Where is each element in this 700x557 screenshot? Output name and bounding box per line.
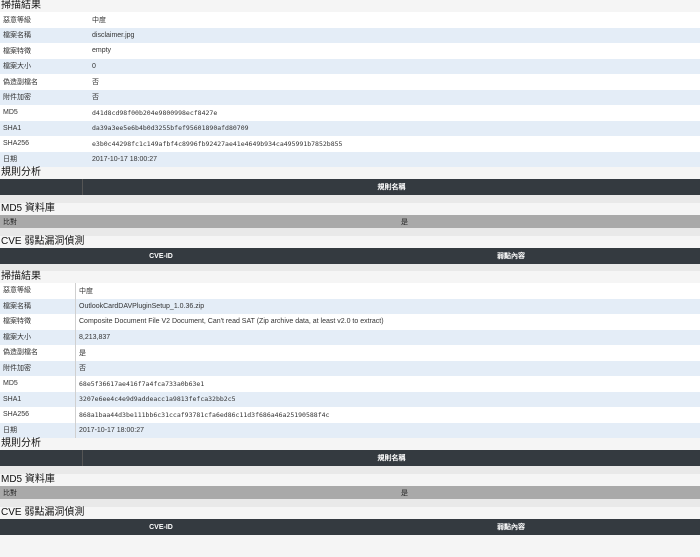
table-row: SHA256 868a1baa44d3be111bb6c31ccaf93781c…	[0, 407, 700, 423]
md5-value: 68e5f36617ae416f7a4fca733a0b63e1	[79, 379, 205, 388]
rule-analysis-title: 規則分析	[0, 167, 700, 179]
row-value: 否	[92, 78, 99, 86]
row-value: 否	[92, 94, 99, 102]
rule-header-spacer	[0, 450, 83, 466]
md5-table-header: 比對 是	[0, 486, 700, 499]
rule-name-header: 規則名稱	[377, 184, 406, 191]
cve-content-header: 弱點內容	[497, 253, 525, 260]
cve-id-header: CVE-ID	[149, 523, 173, 531]
rule-name-header: 規則名稱	[377, 455, 406, 462]
table-row: 惡意等級 中度	[0, 12, 700, 28]
row-label: 偽造副檔名	[0, 345, 76, 361]
table-row: MD5 d41d8cd98f00b204e9800998ecf8427e	[0, 105, 700, 121]
row-label: SHA1	[0, 391, 76, 407]
row-value: 中度	[92, 16, 106, 24]
row-label: 檔案名稱	[3, 32, 31, 40]
row-value: 0	[92, 62, 96, 70]
row-label: SHA1	[3, 124, 22, 132]
row-label: 日期	[0, 422, 76, 438]
date-value: 2017-10-17 18:00:27	[92, 155, 157, 163]
md5-compare-label: 比對	[3, 218, 17, 226]
row-label: SHA256	[0, 407, 76, 423]
md5-compare-label: 比對	[3, 489, 17, 497]
rule-table-header: 規則名稱	[0, 450, 700, 466]
cve-detection-title: CVE 弱點漏洞偵測	[0, 236, 700, 248]
row-label: 檔案名稱	[0, 298, 76, 314]
cve-detection-title: CVE 弱點漏洞偵測	[0, 507, 700, 519]
row-label: 惡意等級	[0, 283, 76, 299]
rule-table-header: 規則名稱	[0, 179, 700, 195]
md5-value: d41d8cd98f00b204e9800998ecf8427e	[92, 108, 218, 117]
table-row: SHA1 3207e6ee4c4e9d9addeacc1a9813fefca32…	[0, 391, 700, 407]
table-row: 檔案特徵 empty	[0, 43, 700, 59]
cve-content-header: 弱點內容	[497, 524, 525, 531]
table-row: SHA256 e3b0c44298fc1c149afbf4c8996fb9242…	[0, 136, 700, 152]
scan-result-block-2: 掃描結果 惡意等級 中度 檔案名稱 OutlookCardDAVPluginSe…	[0, 271, 700, 535]
scan-result-title: 掃描結果	[0, 271, 700, 283]
md5-result-label: 是	[401, 489, 408, 497]
cve-id-header: CVE-ID	[149, 252, 173, 260]
table-row: SHA1 da39a3ee5e6b4b0d3255bfef95601890afd…	[0, 120, 700, 136]
sha256-value: 868a1baa44d3be111bb6c31ccaf93781cfa6ed86…	[79, 410, 330, 419]
row-label: SHA256	[3, 140, 30, 148]
table-row: 檔案名稱 disclaimer.jpg	[0, 27, 700, 43]
cve-table-header: CVE-ID 弱點內容	[0, 248, 700, 264]
rule-header-spacer	[0, 179, 83, 195]
table-row: 檔案名稱 OutlookCardDAVPluginSetup_1.0.36.zi…	[0, 298, 700, 314]
table-row: 附件加密 否	[0, 360, 700, 376]
row-value: disclaimer.jpg	[92, 31, 135, 39]
table-row: 惡意等級 中度	[0, 283, 700, 299]
row-label: 附件加密	[0, 360, 76, 376]
md5-table-empty	[0, 228, 700, 236]
row-label: 檔案特徵	[3, 47, 31, 55]
table-row: 偽造副檔名 否	[0, 74, 700, 90]
row-label: MD5	[3, 109, 18, 117]
sha1-value: 3207e6ee4c4e9d9addeacc1a9813fefca32bb2c5	[79, 395, 236, 404]
md5-database-title: MD5 資料庫	[0, 474, 700, 486]
table-row: MD5 68e5f36617ae416f7a4fca733a0b63e1	[0, 376, 700, 392]
md5-table-header: 比對 是	[0, 215, 700, 228]
row-value: empty	[92, 47, 112, 55]
row-value: 8,213,837	[79, 333, 111, 341]
rule-analysis-title: 規則分析	[0, 438, 700, 450]
md5-table-empty	[0, 499, 700, 507]
table-row: 日期 2017-10-17 18:00:27	[0, 422, 700, 438]
cve-table-empty	[0, 264, 700, 271]
row-value: 中度	[79, 287, 93, 295]
row-label: 檔案特徵	[0, 314, 76, 330]
table-row: 偽造副檔名 是	[0, 345, 700, 361]
scan-result-title: 掃描結果	[0, 0, 700, 12]
md5-result-label: 是	[401, 218, 408, 226]
sha256-value: e3b0c44298fc1c149afbf4c8996fb92427ae41e4…	[92, 139, 343, 148]
row-label: 檔案大小	[3, 63, 31, 71]
row-label: 檔案大小	[0, 329, 76, 345]
row-label: MD5	[0, 376, 76, 392]
table-row: 檔案大小 0	[0, 58, 700, 74]
row-value: 否	[79, 365, 86, 373]
md5-database-title: MD5 資料庫	[0, 203, 700, 215]
scan-result-block-1: 掃描結果 惡意等級 中度 檔案名稱 disclaimer.jpg 檔案特徵 em…	[0, 0, 700, 271]
date-value: 2017-10-17 18:00:27	[79, 426, 144, 434]
rule-table-empty	[0, 195, 700, 203]
sha1-value: da39a3ee5e6b4b0d3255bfef95601890afd80709	[92, 124, 249, 133]
table-row: 日期 2017-10-17 18:00:27	[0, 151, 700, 167]
row-value: Composite Document File V2 Document, Can…	[79, 318, 384, 326]
rule-table-empty	[0, 466, 700, 474]
row-label: 偽造副檔名	[3, 78, 38, 86]
table-row: 附件加密 否	[0, 89, 700, 105]
row-value: OutlookCardDAVPluginSetup_1.0.36.zip	[79, 302, 205, 310]
table-row: 檔案特徵 Composite Document File V2 Document…	[0, 314, 700, 330]
table-row: 檔案大小 8,213,837	[0, 329, 700, 345]
row-value: 是	[79, 349, 86, 357]
row-label: 惡意等級	[3, 16, 31, 24]
row-label: 日期	[3, 156, 17, 164]
cve-table-header: CVE-ID 弱點內容	[0, 519, 700, 535]
row-label: 附件加密	[3, 94, 31, 102]
